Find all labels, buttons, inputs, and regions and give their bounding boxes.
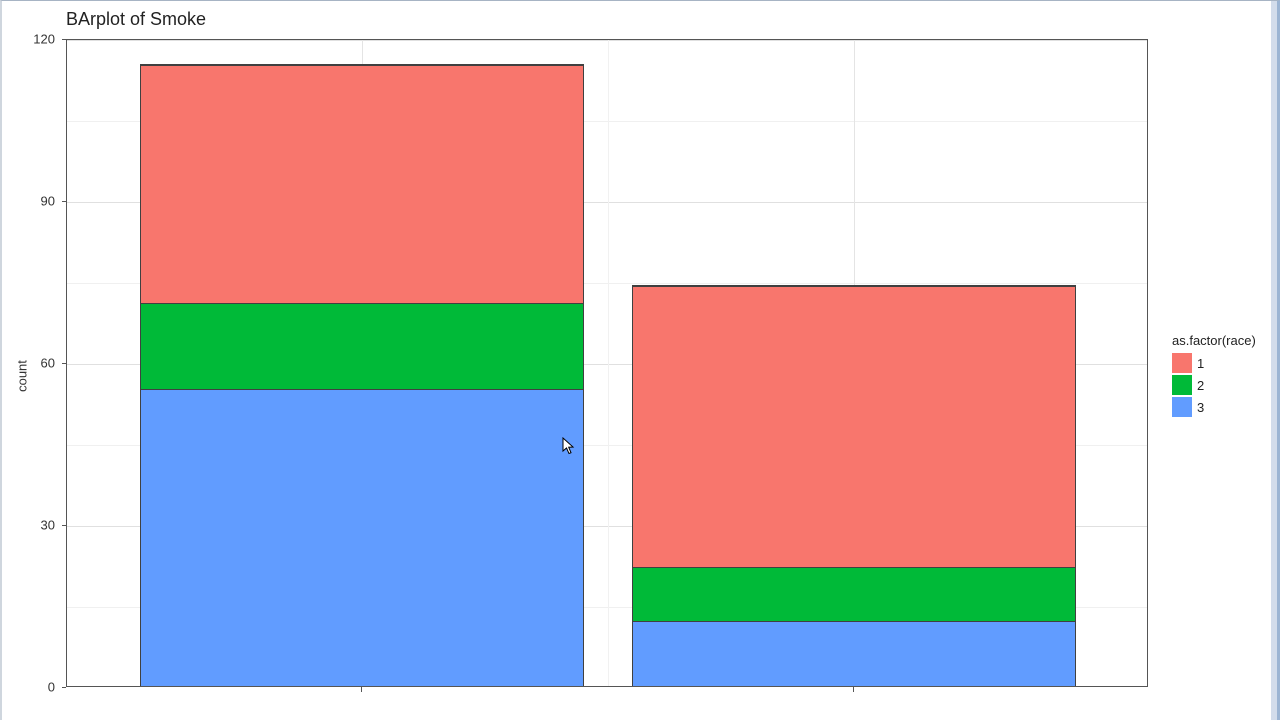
legend-label: 1 bbox=[1197, 356, 1204, 371]
y-tick-label: 120 bbox=[33, 32, 55, 47]
bar-segment-race-1 bbox=[141, 65, 584, 303]
plot-window: BArplot of Smoke count 0 30 60 90 120 as.fac… bbox=[0, 0, 1280, 720]
bar-segment-race-2 bbox=[633, 567, 1076, 621]
y-tick-mark bbox=[62, 687, 66, 688]
bar-segment-race-3 bbox=[633, 621, 1076, 686]
legend-swatch-icon bbox=[1172, 397, 1192, 417]
scrollbar-vertical[interactable] bbox=[1271, 1, 1277, 720]
legend-item-2: 2 bbox=[1172, 374, 1256, 396]
legend-swatch-icon bbox=[1172, 375, 1192, 395]
bar-1 bbox=[633, 286, 1076, 686]
legend: as.factor(race) 1 2 3 bbox=[1172, 333, 1256, 418]
legend-label: 2 bbox=[1197, 378, 1204, 393]
chart-title: BArplot of Smoke bbox=[66, 9, 206, 30]
legend-swatch-icon bbox=[1172, 353, 1192, 373]
y-tick-label: 0 bbox=[48, 680, 55, 695]
bar-0 bbox=[141, 65, 584, 686]
y-tick-label: 60 bbox=[41, 356, 55, 371]
y-tick-label: 90 bbox=[41, 194, 55, 209]
legend-title: as.factor(race) bbox=[1172, 333, 1256, 348]
legend-label: 3 bbox=[1197, 400, 1204, 415]
x-tick-mark bbox=[361, 687, 362, 692]
gridline-v-minor bbox=[608, 40, 609, 686]
plot-area bbox=[66, 39, 1148, 687]
bar-segment-race-2 bbox=[141, 303, 584, 389]
gridline-h bbox=[67, 40, 1147, 41]
bar-segment-race-3 bbox=[141, 389, 584, 686]
bar-segment-race-1 bbox=[633, 286, 1076, 567]
x-tick-mark bbox=[853, 687, 854, 692]
y-axis-label: count bbox=[15, 360, 30, 392]
y-tick-label: 30 bbox=[41, 518, 55, 533]
legend-item-3: 3 bbox=[1172, 396, 1256, 418]
legend-item-1: 1 bbox=[1172, 352, 1256, 374]
